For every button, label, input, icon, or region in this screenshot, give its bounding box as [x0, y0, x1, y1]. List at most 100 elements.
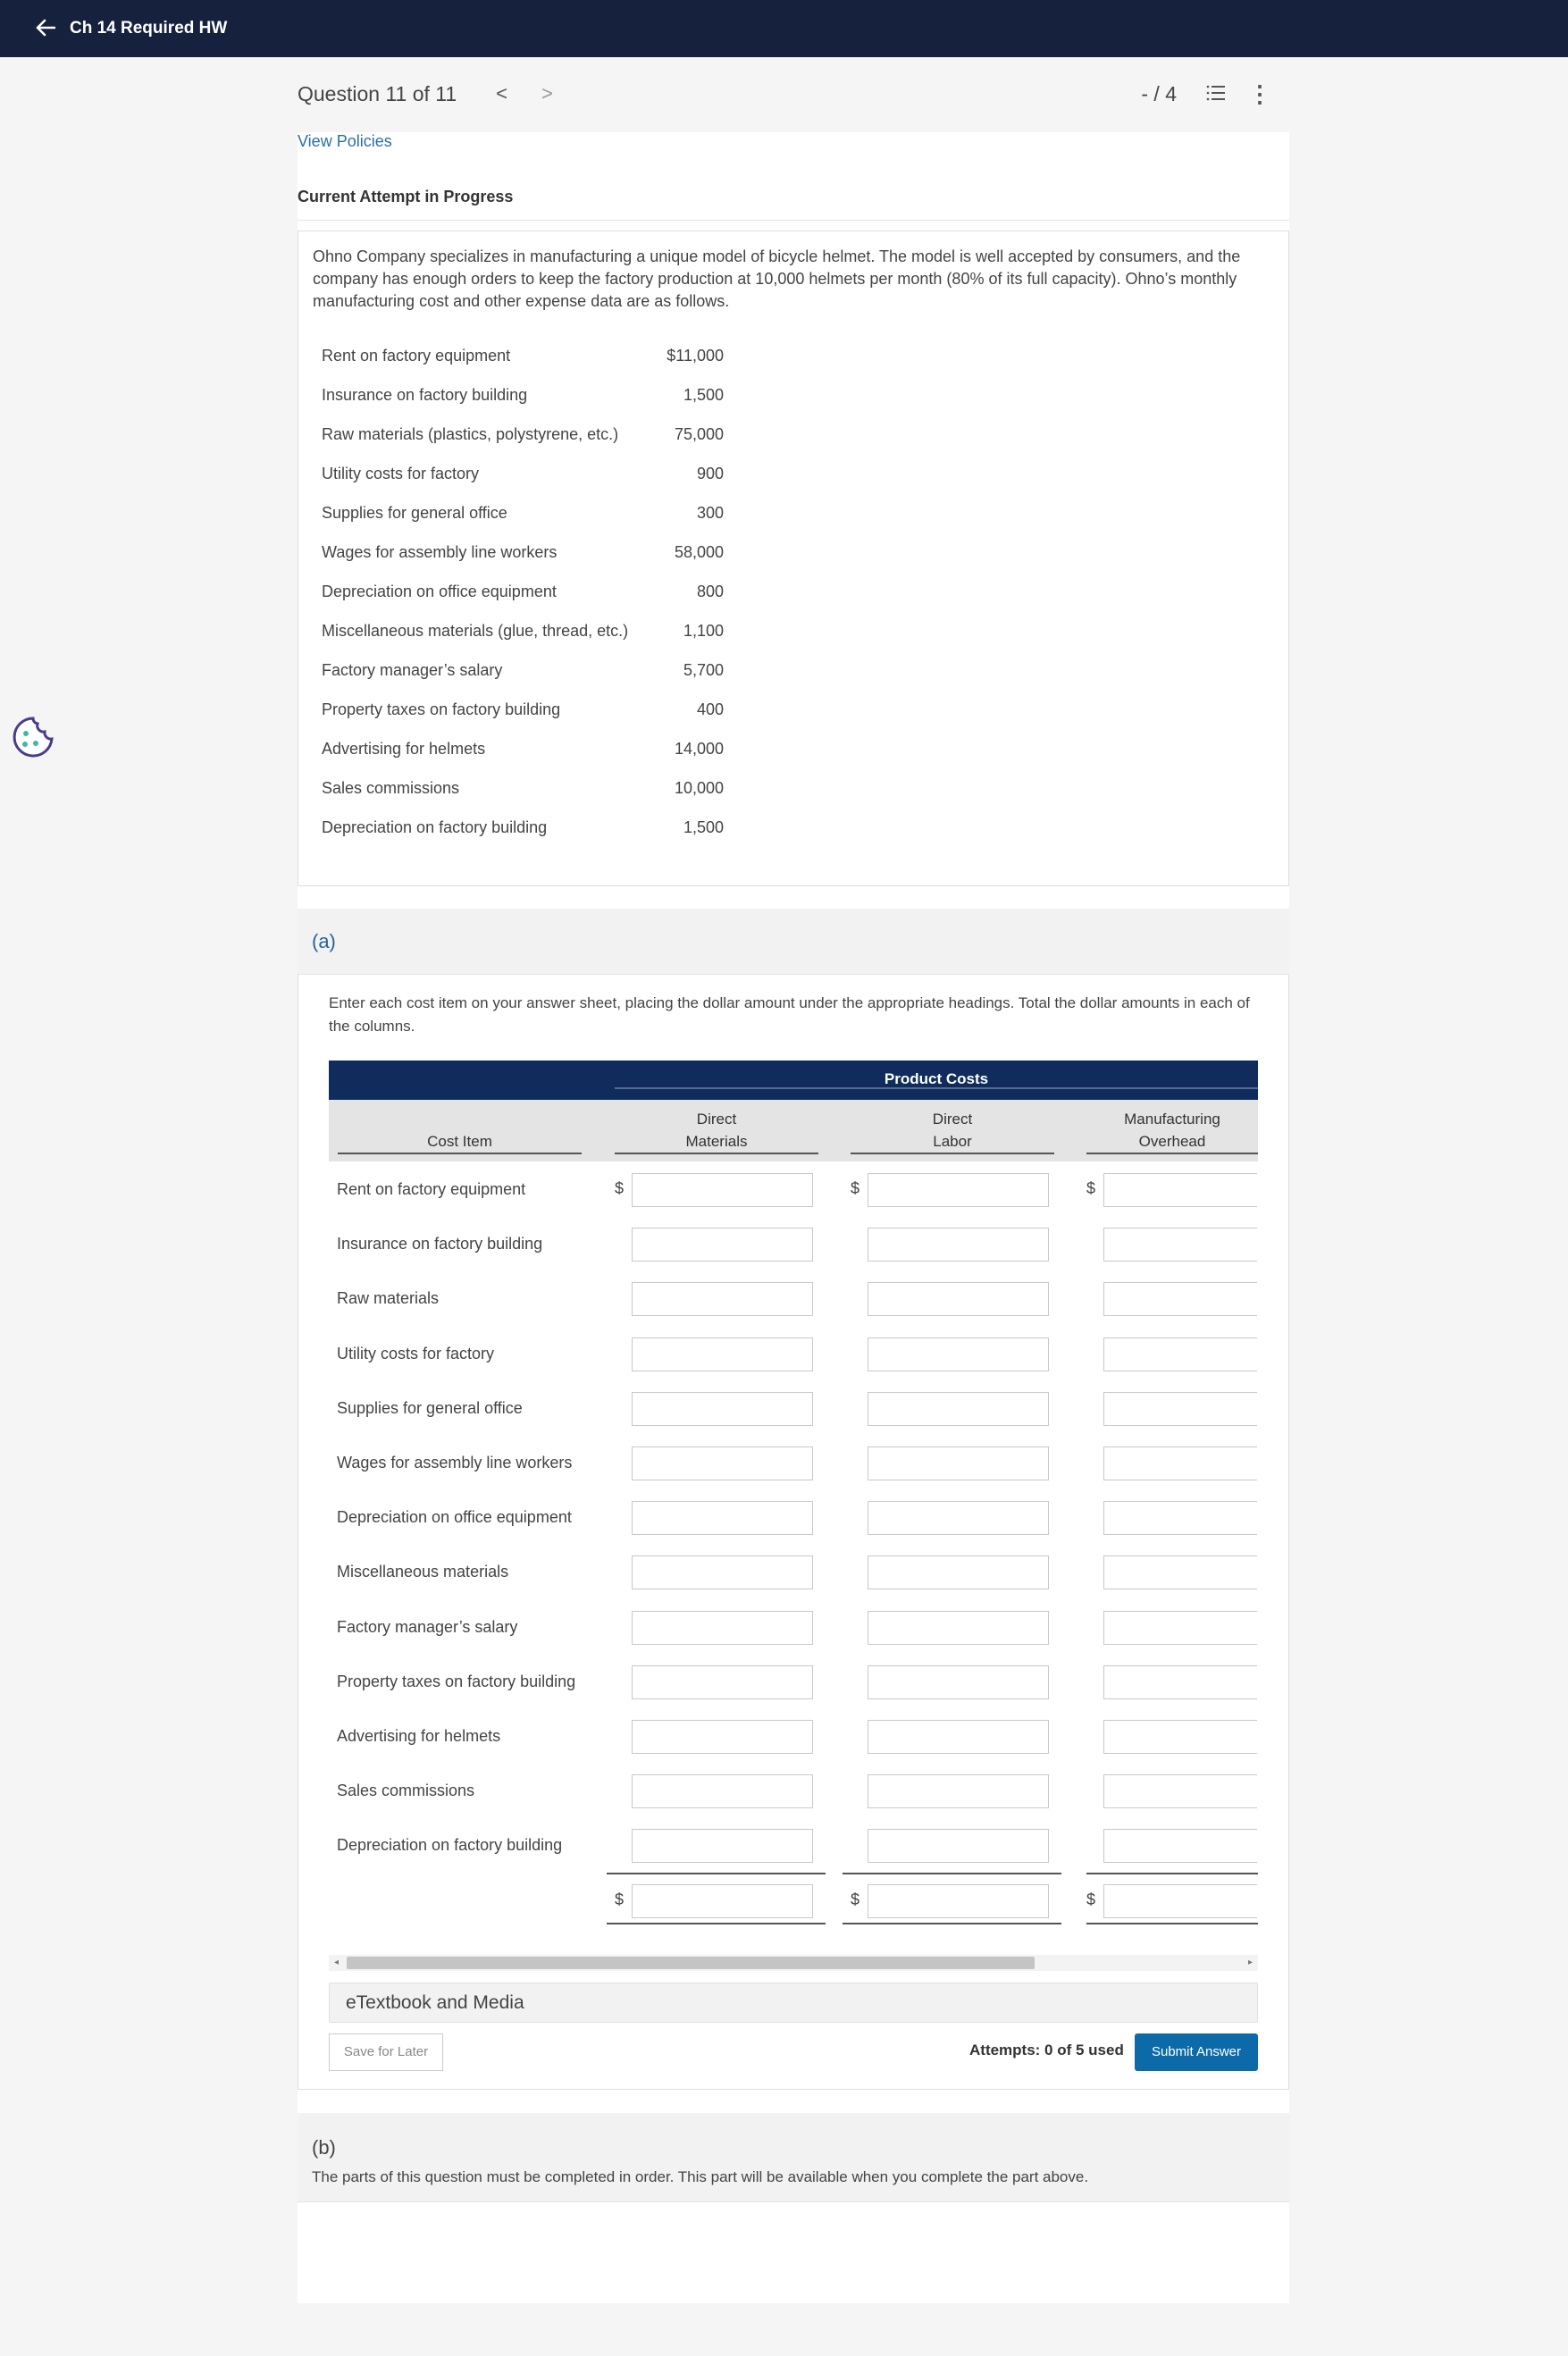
cost-data-label: Wages for assembly line workers [322, 543, 558, 561]
total-underline [1086, 1923, 1258, 1924]
cost-data-row: Utility costs for factory 900 [322, 465, 724, 491]
submit-answer-button[interactable]: Submit Answer [1135, 2033, 1258, 2071]
input-direct-labor[interactable] [868, 1774, 1049, 1809]
cost-data-label: Raw materials (plastics, polystyrene, et… [322, 425, 619, 443]
save-for-later-button[interactable]: Save for Later [329, 2033, 443, 2071]
input-direct-materials[interactable] [632, 1173, 813, 1207]
input-manufacturing-overhead[interactable] [1103, 1829, 1257, 1864]
cost-data-label: Supplies for general office [322, 504, 507, 522]
cost-data-value: 900 [696, 465, 724, 482]
input-direct-labor[interactable] [868, 1391, 1049, 1426]
cost-data-value: 1,100 [683, 622, 724, 640]
cost-data-label: Sales commissions [322, 779, 460, 797]
input-direct-labor[interactable] [868, 1720, 1049, 1754]
attempts-counter: Attempts: 0 of 5 used [969, 2042, 1124, 2058]
cost-data-value: 300 [696, 504, 724, 522]
more-options-icon[interactable]: ⋮ [1248, 80, 1271, 108]
table-group-header: Product Costs [329, 1061, 1258, 1100]
input-manufacturing-overhead[interactable] [1103, 1774, 1257, 1809]
input-direct-labor[interactable] [868, 1501, 1049, 1536]
assignment-title[interactable]: Ch 14 Required HW [70, 19, 227, 38]
scroll-right-icon[interactable]: ▸ [1248, 1955, 1253, 1971]
cost-data-value: 14,000 [674, 740, 724, 758]
input-manufacturing-overhead[interactable] [1103, 1720, 1257, 1754]
scrollbar-thumb[interactable] [347, 1957, 1035, 1969]
input-direct-labor[interactable] [868, 1337, 1049, 1371]
horizontal-scrollbar[interactable]: ◂ ▸ [329, 1955, 1258, 1971]
input-direct-labor[interactable] [868, 1228, 1049, 1262]
list-icon[interactable] [1205, 82, 1227, 104]
scroll-left-icon[interactable]: ◂ [334, 1955, 339, 1971]
cost-data-value: 800 [696, 583, 724, 600]
table-row-label: Advertising for helmets [337, 1727, 501, 1745]
input-direct-materials[interactable] [632, 1282, 813, 1317]
input-direct-materials[interactable] [632, 1610, 813, 1645]
input-direct-labor[interactable] [868, 1610, 1049, 1645]
total-input-manufacturing-overhead[interactable] [1103, 1884, 1257, 1918]
cost-data-label: Depreciation on office equipment [322, 583, 557, 600]
input-direct-labor[interactable] [868, 1282, 1049, 1317]
col-header-direct-labor: Direct Labor [851, 1108, 1054, 1154]
input-direct-labor[interactable] [868, 1173, 1049, 1207]
input-direct-materials[interactable] [632, 1337, 813, 1371]
input-direct-materials[interactable] [632, 1829, 813, 1864]
cost-data-row: Property taxes on factory building 400 [322, 700, 724, 727]
input-manufacturing-overhead[interactable] [1103, 1664, 1257, 1699]
input-direct-labor[interactable] [868, 1664, 1049, 1699]
table-row-label: Miscellaneous materials [337, 1563, 509, 1581]
cost-data-value: 10,000 [674, 779, 724, 797]
input-direct-materials[interactable] [632, 1720, 813, 1754]
table-row-label: Rent on factory equipment [337, 1180, 526, 1198]
col-header-moh-line1: Manufacturing [1124, 1111, 1220, 1128]
input-manufacturing-overhead[interactable] [1103, 1282, 1257, 1317]
input-manufacturing-overhead[interactable] [1103, 1228, 1257, 1262]
input-direct-materials[interactable] [632, 1446, 813, 1480]
etextbook-media-button[interactable]: eTextbook and Media [329, 1983, 1258, 2023]
table-row-label: Wages for assembly line workers [337, 1454, 573, 1471]
total-input-direct-labor[interactable] [868, 1884, 1049, 1918]
table-row-label: Raw materials [337, 1289, 440, 1308]
col-header-manufacturing-overhead: Manufacturing Overhead [1086, 1108, 1258, 1154]
dollar-sign: $ [851, 1891, 860, 1908]
arrow-left-icon[interactable] [36, 17, 56, 40]
cost-data-value: 1,500 [683, 386, 724, 404]
view-policies-link[interactable]: View Policies [298, 132, 392, 151]
input-manufacturing-overhead[interactable] [1103, 1610, 1257, 1645]
input-direct-materials[interactable] [632, 1391, 813, 1426]
cookie-icon[interactable] [11, 715, 55, 759]
cost-data-row: Miscellaneous materials (glue, thread, e… [322, 622, 724, 649]
table-row-label: Insurance on factory building [337, 1235, 543, 1253]
input-direct-labor[interactable] [868, 1829, 1049, 1864]
col-header-cost-item-text: Cost Item [427, 1133, 492, 1150]
part-b-label: (b) [312, 2136, 336, 2159]
cost-data-label: Utility costs for factory [322, 465, 480, 482]
input-manufacturing-overhead[interactable] [1103, 1337, 1257, 1371]
question-header: Question 11 of 11 < > - / 4 ⋮ [298, 79, 1289, 109]
cost-data-row: Factory manager’s salary 5,700 [322, 661, 724, 688]
input-manufacturing-overhead[interactable] [1103, 1555, 1257, 1590]
col-header-dm-line1: Direct [696, 1111, 737, 1128]
cost-data-row: Insurance on factory building 1,500 [322, 386, 724, 413]
input-direct-materials[interactable] [632, 1228, 813, 1262]
total-input-direct-materials[interactable] [632, 1884, 813, 1918]
input-manufacturing-overhead[interactable] [1103, 1446, 1257, 1480]
cost-data-value: 1,500 [683, 818, 724, 836]
input-manufacturing-overhead[interactable] [1103, 1501, 1257, 1536]
input-direct-materials[interactable] [632, 1555, 813, 1590]
input-manufacturing-overhead[interactable] [1103, 1173, 1257, 1207]
question-counter: Question 11 of 11 [298, 81, 457, 105]
col-header-direct-materials: Direct Materials [615, 1108, 818, 1154]
input-direct-materials[interactable] [632, 1664, 813, 1699]
group-header-rule [615, 1087, 1258, 1089]
input-direct-materials[interactable] [632, 1501, 813, 1536]
total-underline [607, 1923, 826, 1924]
col-header-dl-line1: Direct [932, 1111, 973, 1128]
input-direct-materials[interactable] [632, 1774, 813, 1809]
input-direct-labor[interactable] [868, 1446, 1049, 1480]
input-direct-labor[interactable] [868, 1555, 1049, 1590]
question-score: - / 4 [1141, 81, 1177, 105]
next-question-button[interactable]: > [541, 82, 553, 105]
col-header-moh-line2: Overhead [1138, 1133, 1206, 1150]
input-manufacturing-overhead[interactable] [1103, 1391, 1257, 1426]
previous-question-button[interactable]: < [496, 82, 507, 105]
